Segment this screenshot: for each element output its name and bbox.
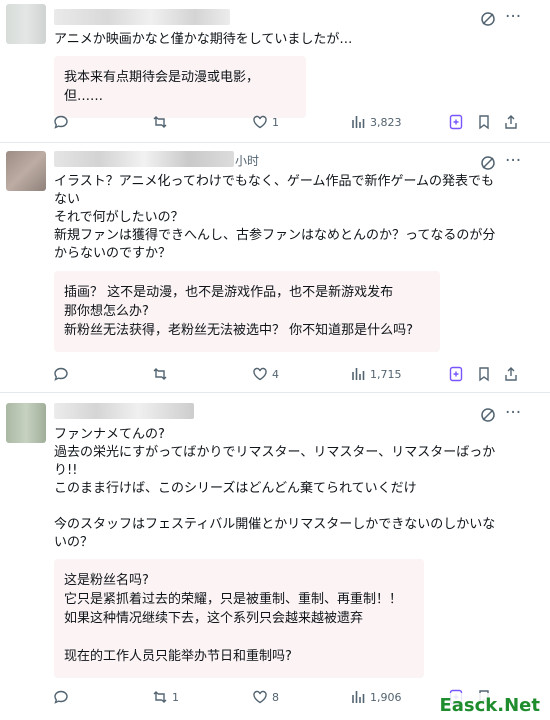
views-button[interactable]: 1,715 (350, 364, 402, 384)
bookmark-button[interactable] (476, 364, 492, 384)
grok-action-button[interactable] (448, 364, 464, 384)
avatar[interactable] (6, 4, 46, 44)
post-actions: 1 3,823 (0, 112, 550, 132)
avatar[interactable] (6, 151, 46, 191)
like-button[interactable]: 8 (252, 687, 279, 707)
like-button[interactable]: 1 (252, 112, 279, 132)
like-button[interactable]: 4 (252, 364, 279, 384)
views-button[interactable]: 1,906 (350, 687, 402, 707)
reply-button[interactable] (53, 364, 73, 384)
reply-icon (54, 367, 68, 381)
grok-icon[interactable] (480, 407, 496, 423)
views-icon (352, 368, 365, 380)
reply-button[interactable] (53, 687, 73, 707)
reply-button[interactable] (53, 112, 73, 132)
bookmark-icon (479, 367, 489, 382)
bookmark-button[interactable] (476, 112, 492, 132)
repost-button[interactable]: 1 (152, 687, 179, 707)
views-icon (352, 691, 365, 703)
grok-icon[interactable] (480, 155, 496, 171)
translation-box: 插画？ 这不是动漫，也不是游戏作品，也不是新游戏发布 那你想怎么办? 新粉丝无法… (54, 271, 440, 352)
repost-icon (153, 116, 167, 128)
post-actions: 4 1,715 (0, 364, 550, 384)
heart-icon (253, 115, 267, 129)
view-count: 1,715 (370, 367, 402, 381)
post-text: ファンナメてんの? 過去の栄光にすがってばかりでリマスター、リマスター、リマスタ… (54, 427, 496, 550)
view-count: 1,906 (370, 690, 402, 704)
repost-icon (153, 368, 167, 380)
post-1[interactable]: ··· アニメか映画かなと僅かな期待をしていましたが… 我本来有点期待会是动漫或… (0, 0, 550, 143)
heart-icon (253, 367, 267, 381)
share-icon (505, 367, 517, 381)
share-button[interactable] (503, 364, 519, 384)
views-button[interactable]: 3,823 (350, 112, 402, 132)
author-name-redacted (54, 151, 234, 167)
like-count: 1 (272, 115, 279, 129)
post-2[interactable]: 小时 ··· イラスト？アニメ化ってわけでもなく、ゲーム作品で新作ゲームの発表で… (0, 143, 550, 393)
repost-button[interactable] (152, 364, 172, 384)
reply-icon (54, 690, 68, 704)
avatar[interactable] (6, 403, 46, 443)
translation-box: 这是粉丝名吗? 它只是紧抓着过去的荣耀，只是被重制、重制、再重制！！ 如果这种情… (54, 559, 424, 678)
post-time: 小时 (235, 154, 260, 168)
watermark-logo: Easck.Net (433, 693, 546, 718)
bookmark-icon (479, 115, 489, 130)
view-count: 3,823 (370, 115, 402, 129)
share-button[interactable] (503, 112, 519, 132)
author-name-redacted (54, 9, 230, 25)
repost-icon (153, 691, 167, 703)
grok-icon[interactable] (480, 11, 496, 27)
more-icon[interactable]: ··· (505, 405, 523, 424)
grok-action-button[interactable] (448, 112, 464, 132)
grok-action-icon (449, 366, 463, 382)
translation-box: 我本来有点期待会是动漫或电影，但…… (54, 56, 306, 118)
views-icon (352, 116, 365, 128)
author-name-redacted (54, 403, 194, 419)
reply-icon (54, 115, 68, 129)
grok-action-icon (449, 114, 463, 130)
post-3[interactable]: ··· ファンナメてんの? 過去の栄光にすがってばかりでリマスター、リマスター、… (0, 393, 550, 720)
post-text: イラスト？アニメ化ってわけでもなく、ゲーム作品で新作ゲームの発表でも ない それ… (54, 174, 496, 261)
repost-count: 1 (172, 690, 179, 704)
more-icon[interactable]: ··· (505, 9, 523, 28)
like-count: 4 (272, 367, 279, 381)
share-icon (505, 115, 517, 129)
repost-button[interactable] (152, 112, 172, 132)
like-count: 8 (272, 690, 279, 704)
more-icon[interactable]: ··· (505, 153, 523, 172)
post-text: アニメか映画かなと僅かな期待をしていましたが… (54, 32, 353, 47)
heart-icon (253, 690, 267, 704)
